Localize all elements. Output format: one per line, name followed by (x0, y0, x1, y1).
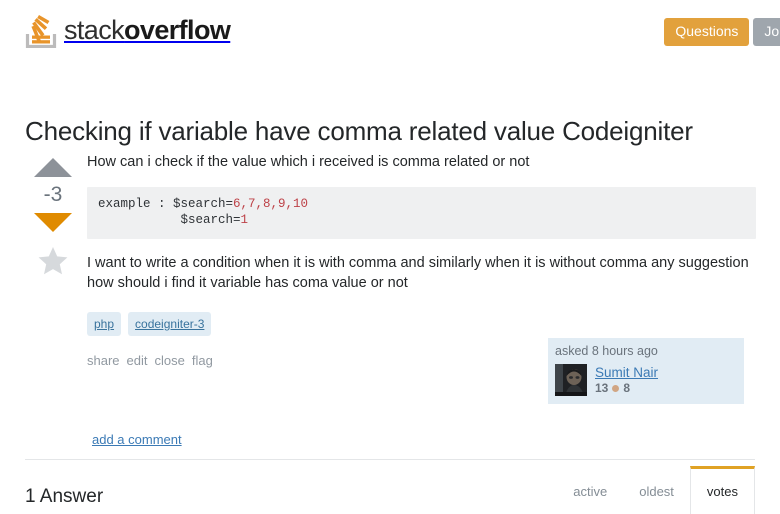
code-line-2-label: $search= (180, 213, 241, 228)
tab-active[interactable]: active (557, 466, 623, 514)
bronze-badge-icon (612, 384, 620, 392)
vote-score: -3 (43, 183, 63, 206)
question-title[interactable]: Checking if variable have comma related … (25, 115, 693, 148)
site-header: stackoverflow Questions Job (0, 0, 780, 60)
owner-reputation-line: 13 8 (595, 382, 658, 394)
nav-item-questions-label: Questions (675, 23, 739, 39)
code-line-1-values: 6,7,8,9,10 (233, 196, 309, 211)
favorite-star-icon[interactable] (38, 246, 68, 275)
bronze-badge-count: 8 (623, 381, 631, 395)
add-comment-link[interactable]: add a comment (92, 432, 182, 447)
share-link[interactable]: share (87, 353, 120, 368)
owner-user-row: Sumit Nair 13 8 (555, 364, 737, 396)
close-link[interactable]: close (155, 353, 185, 368)
upvote-arrow-icon[interactable] (34, 158, 72, 177)
tag-php[interactable]: php (87, 311, 122, 336)
flag-link[interactable]: flag (192, 353, 213, 368)
question-row: -3 How can i check if the value which i … (25, 152, 756, 368)
answers-header-inner: 1 Answer active oldest votes (25, 460, 755, 514)
tag-codeigniter-3[interactable]: codeigniter-3 (128, 311, 212, 336)
tab-votes[interactable]: votes (689, 466, 755, 514)
nav-item-jobs-label: Job (764, 23, 780, 39)
answer-sort-tabs: active oldest votes (557, 466, 755, 514)
question-paragraph-2: I want to write a condition when it is w… (87, 254, 749, 292)
answers-count-heading: 1 Answer (25, 485, 104, 507)
site-logo-text: stackoverflow (64, 14, 231, 45)
site-logo-link[interactable]: stackoverflow (24, 8, 231, 52)
nav-item-questions[interactable]: Questions (664, 18, 750, 47)
logo-text-light: stack (64, 14, 125, 45)
reputation-score: 13 (595, 381, 609, 395)
question-owner-card: asked 8 hours ago Sumit Nair 13 8 (548, 338, 744, 404)
avatar[interactable] (555, 364, 587, 396)
code-line-1-label: example : $search= (98, 196, 234, 211)
owner-username[interactable]: Sumit Nair (595, 365, 658, 380)
question-paragraph-1: How can i check if the value which i rec… (87, 154, 530, 170)
tab-oldest-label: oldest (639, 484, 674, 499)
main-navigation: Questions Job (664, 18, 780, 47)
edit-link[interactable]: edit (127, 353, 148, 368)
question-post-cell: How can i check if the value which i rec… (81, 152, 756, 368)
logo-text-bold: overflow (124, 14, 231, 45)
asked-timestamp: asked 8 hours ago (555, 344, 658, 358)
answers-header: 1 Answer active oldest votes (25, 459, 755, 514)
owner-user-meta: Sumit Nair 13 8 (595, 364, 658, 394)
downvote-arrow-icon[interactable] (34, 213, 72, 232)
nav-item-jobs[interactable]: Job (753, 18, 780, 47)
tab-active-label: active (573, 484, 608, 499)
tab-votes-label: votes (706, 484, 738, 499)
vote-cell: -3 (25, 152, 81, 368)
tag-list: php codeigniter-3 (87, 311, 756, 336)
question-container: -3 How can i check if the value which i … (25, 152, 756, 368)
question-code-block: example : $search=6,7,8,9,10 $search=1 (87, 186, 756, 239)
code-line-2-values: 1 (240, 213, 249, 228)
stack-overflow-logo-icon (24, 12, 58, 49)
tab-oldest[interactable]: oldest (623, 466, 690, 514)
